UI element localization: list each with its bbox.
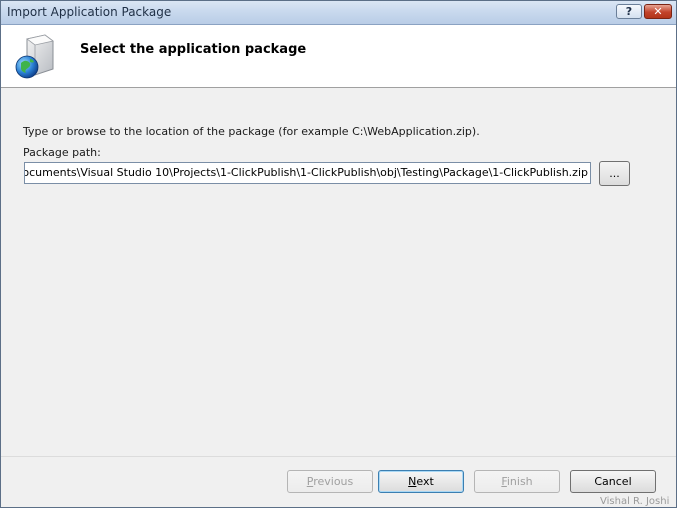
help-button[interactable]: ? — [616, 4, 642, 19]
package-path-input[interactable]: ocuments\Visual Studio 10\Projects\1-Cli… — [24, 162, 591, 184]
import-application-package-dialog: Import Application Package ? ✕ Select th… — [0, 0, 677, 508]
previous-button[interactable]: Previous — [287, 470, 373, 493]
cancel-label: Cancel — [594, 475, 632, 488]
previous-label: Previous — [307, 475, 354, 488]
package-path-value: ocuments\Visual Studio 10\Projects\1-Cli… — [24, 166, 588, 179]
next-label: Next — [408, 475, 434, 488]
window-title: Import Application Package — [7, 5, 172, 19]
previous-label-rest: revious — [313, 475, 354, 488]
browse-button-label: ... — [609, 167, 620, 180]
finish-label-rest: inish — [506, 475, 533, 488]
cancel-button[interactable]: Cancel — [570, 470, 656, 493]
package-path-label: Package path: — [23, 146, 101, 159]
help-icon: ? — [625, 5, 633, 18]
next-button[interactable]: Next — [378, 470, 464, 493]
close-button[interactable]: ✕ — [644, 4, 672, 19]
next-label-rest: ext — [416, 475, 434, 488]
browse-button[interactable]: ... — [599, 161, 630, 186]
title-bar[interactable]: Import Application Package ? ✕ — [1, 1, 676, 25]
finish-button[interactable]: Finish — [474, 470, 560, 493]
description-text: Type or browse to the location of the pa… — [23, 125, 480, 138]
author-watermark: Vishal R. Joshi — [600, 496, 670, 507]
finish-label: Finish — [501, 475, 532, 488]
close-icon: ✕ — [653, 5, 663, 18]
footer-separator — [1, 456, 676, 457]
package-globe-icon — [15, 34, 54, 79]
wizard-header: Select the application package — [1, 25, 676, 88]
page-title: Select the application package — [80, 42, 307, 57]
